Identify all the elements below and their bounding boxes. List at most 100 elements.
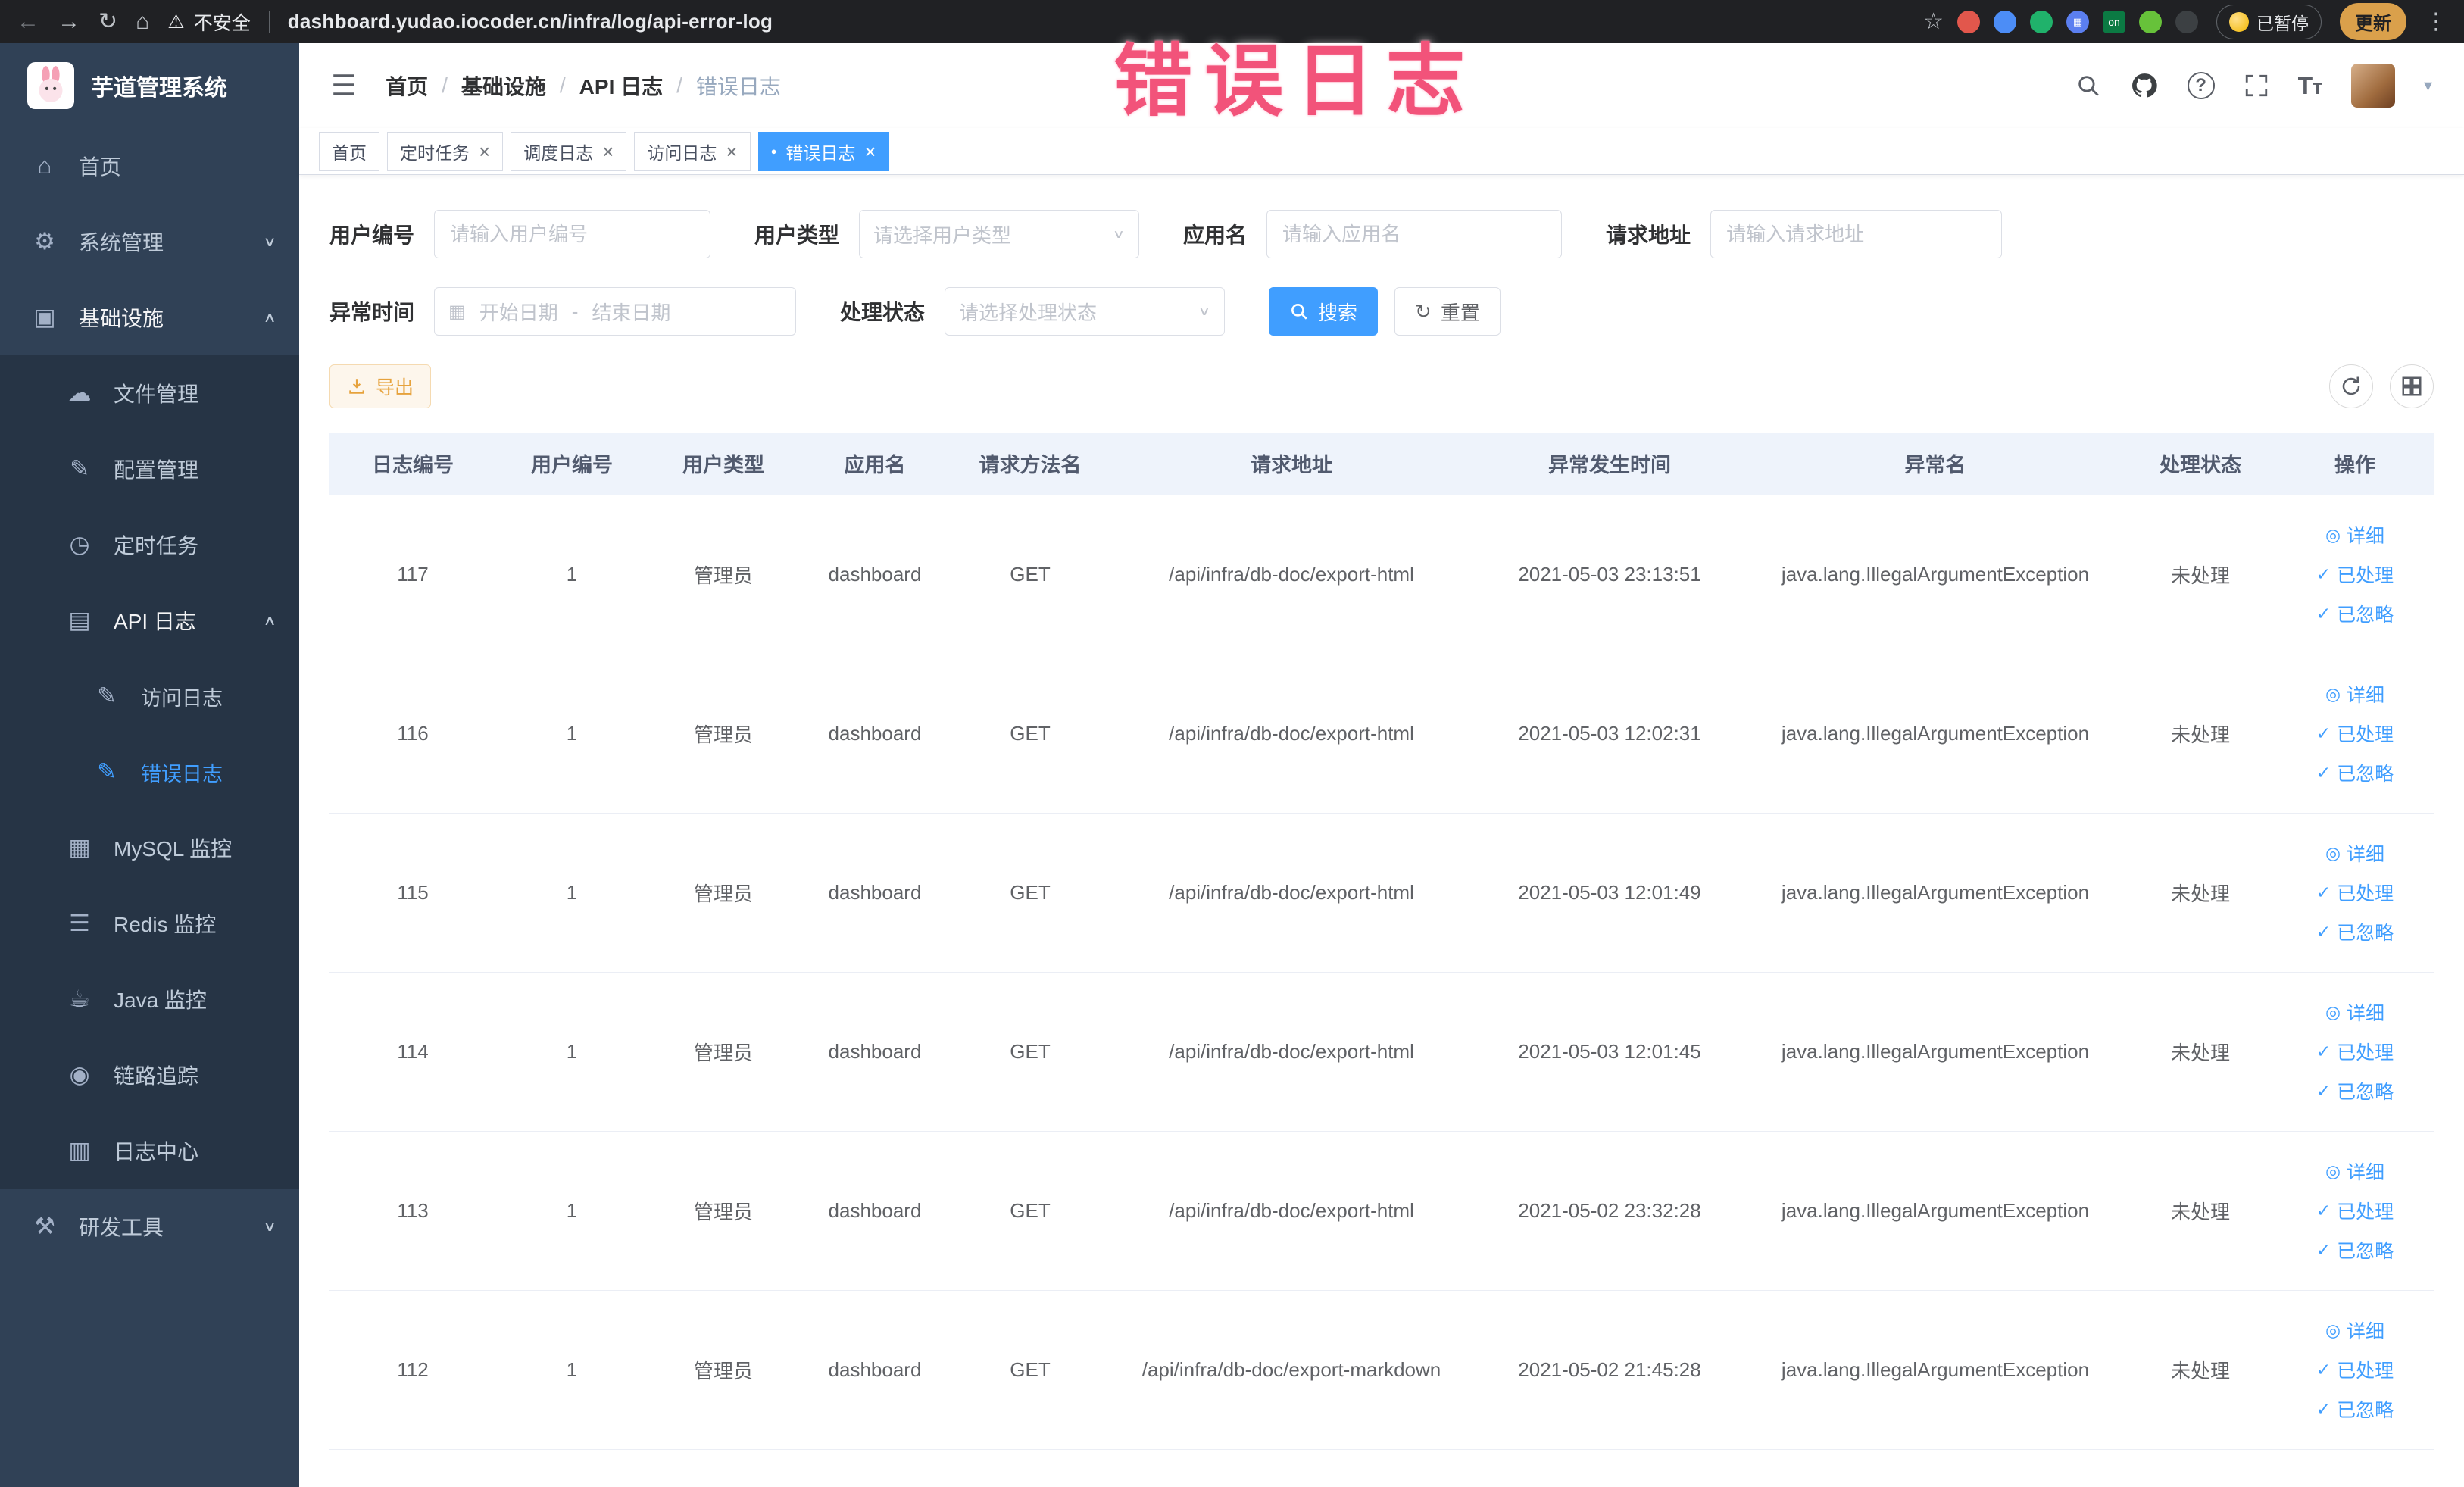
extension-icon[interactable]	[1994, 10, 2016, 33]
eye-icon: ◎	[2325, 842, 2341, 863]
ignored-link[interactable]: ✓ 已忽略	[2316, 600, 2394, 627]
font-size-icon[interactable]: TT	[2298, 72, 2322, 100]
bookmark-star-icon[interactable]: ☆	[1923, 10, 1944, 33]
browser-reload-icon[interactable]: ↻	[98, 10, 117, 33]
browser-back-icon[interactable]: ←	[17, 10, 39, 33]
date-range-picker[interactable]: ▦ 开始日期 - 结束日期	[434, 287, 797, 336]
column-settings-button[interactable]	[2390, 364, 2434, 408]
cell-actions: ◎ 详细 ✓ 已处理 ✓ 已忽略	[2276, 495, 2434, 654]
detail-link[interactable]: ◎ 详细	[2325, 1157, 2384, 1185]
reset-button[interactable]: ↻ 重置	[1394, 287, 1501, 336]
detail-link[interactable]: ◎ 详细	[2325, 680, 2384, 708]
sidebar-item-system[interactable]: ⚙ 系统管理 ∨	[0, 204, 299, 280]
search-button[interactable]: 搜索	[1269, 287, 1379, 336]
browser-home-icon[interactable]: ⌂	[136, 10, 149, 33]
sidebar-item-api-access-log[interactable]: ✎ 访问日志	[0, 658, 299, 734]
sidebar-item-mysql[interactable]: ▦ MySQL 监控	[0, 810, 299, 886]
app-logo[interactable]: 芋道管理系统	[0, 43, 299, 128]
sidebar-item-dev-tools[interactable]: ⚒ 研发工具 ∨	[0, 1189, 299, 1264]
tag-job[interactable]: 定时任务 ×	[387, 131, 504, 171]
detail-link[interactable]: ◎ 详细	[2325, 1317, 2384, 1344]
cell-user-id: 1	[496, 495, 648, 654]
user-type-select[interactable]: 请选择用户类型 ∨	[859, 210, 1140, 258]
user-id-input[interactable]	[434, 210, 711, 258]
chevron-down-icon: ∨	[1198, 304, 1211, 318]
sidebar-item-java[interactable]: ☕ Java 监控	[0, 961, 299, 1037]
security-chip[interactable]: ⚠ 不安全	[167, 8, 250, 36]
sidebar-item-redis[interactable]: ☰ Redis 监控	[0, 886, 299, 961]
avatar[interactable]	[2350, 64, 2395, 108]
sidebar-item-label: 日志中心	[114, 1140, 199, 1164]
breadcrumb-api-log[interactable]: API 日志	[579, 70, 663, 101]
sidebar-item-config-manage[interactable]: ✎ 配置管理	[0, 431, 299, 507]
warning-icon: ⚠	[167, 11, 185, 33]
breadcrumb-infra[interactable]: 基础设施	[461, 70, 546, 101]
check-icon: ✓	[2316, 564, 2331, 584]
close-icon[interactable]: ×	[726, 142, 737, 161]
close-icon[interactable]: ×	[864, 142, 876, 161]
cell-exception: java.lang.IllegalArgumentException	[1746, 654, 2125, 814]
processed-link[interactable]: ✓ 已处理	[2316, 879, 2394, 906]
breadcrumb-home[interactable]: 首页	[386, 70, 428, 101]
tag-label: 访问日志	[647, 142, 717, 163]
rabbit-logo-icon	[27, 62, 74, 109]
tag-error-log[interactable]: ● 错误日志 ×	[757, 131, 889, 171]
sidebar-item-api-error-log[interactable]: ✎ 错误日志	[0, 734, 299, 810]
extension-icon[interactable]: on	[2103, 10, 2125, 33]
chevron-down-icon[interactable]: ▾	[2424, 76, 2432, 95]
ignored-link[interactable]: ✓ 已忽略	[2316, 918, 2394, 945]
tag-home[interactable]: 首页	[319, 131, 379, 171]
ignored-link[interactable]: ✓ 已忽略	[2316, 1395, 2394, 1423]
extension-icon[interactable]	[2030, 10, 2053, 33]
browser-update-button[interactable]: 更新	[2340, 3, 2406, 40]
edit-square-icon: ✎	[97, 683, 117, 709]
export-button[interactable]: 导出	[329, 364, 432, 408]
extension-icon[interactable]	[2175, 10, 2198, 33]
processed-link[interactable]: ✓ 已处理	[2316, 1197, 2394, 1224]
refresh-button[interactable]	[2329, 364, 2373, 408]
processed-link[interactable]: ✓ 已处理	[2316, 1038, 2394, 1065]
ignored-link[interactable]: ✓ 已忽略	[2316, 759, 2394, 786]
close-icon[interactable]: ×	[602, 142, 614, 161]
ignored-link[interactable]: ✓ 已忽略	[2316, 1077, 2394, 1104]
help-icon[interactable]: ?	[2187, 72, 2215, 99]
column-header-actions: 操作	[2276, 433, 2434, 495]
app-name-input[interactable]	[1266, 210, 1563, 258]
sidebar-item-job[interactable]: ◷ 定时任务	[0, 507, 299, 583]
detail-link[interactable]: ◎ 详细	[2325, 839, 2384, 867]
filter-form-row-1: 用户编号 用户类型 请选择用户类型 ∨ 应用名	[329, 210, 2434, 258]
extension-icon[interactable]	[1957, 10, 1980, 33]
browser-forward-icon[interactable]: →	[58, 10, 80, 33]
close-icon[interactable]: ×	[479, 142, 490, 161]
detail-link[interactable]: ◎ 详细	[2325, 521, 2384, 548]
tag-access-log[interactable]: 访问日志 ×	[634, 131, 751, 171]
extension-icon[interactable]: ▦	[2066, 10, 2089, 33]
sidebar-toggle-icon[interactable]: ☰	[331, 69, 357, 103]
sidebar-item-log-center[interactable]: ▥ 日志中心	[0, 1113, 299, 1189]
browser-menu-icon[interactable]: ⋮	[2425, 10, 2447, 33]
detail-link[interactable]: ◎ 详细	[2325, 998, 2384, 1026]
extension-icon[interactable]	[2139, 10, 2162, 33]
github-icon[interactable]	[2130, 71, 2159, 100]
cell-app-name: dashboard	[799, 813, 951, 973]
request-url-input[interactable]	[1710, 210, 2003, 258]
sidebar-item-home[interactable]: ⌂ 首页	[0, 128, 299, 204]
sidebar-item-label: Redis 监控	[114, 913, 217, 936]
sidebar-item-infra[interactable]: ▣ 基础设施 ∧	[0, 280, 299, 355]
address-bar[interactable]: dashboard.yudao.iocoder.cn/infra/log/api…	[288, 10, 773, 33]
search-icon[interactable]	[2075, 73, 2101, 98]
cell-status: 未处理	[2125, 813, 2276, 973]
sidebar-item-api-log[interactable]: ▤ API 日志 ∧	[0, 583, 299, 658]
fullscreen-icon[interactable]	[2244, 73, 2269, 98]
processed-link[interactable]: ✓ 已处理	[2316, 561, 2394, 588]
tag-job-log[interactable]: 调度日志 ×	[511, 131, 627, 171]
check-icon: ✓	[2316, 1041, 2331, 1061]
sidebar-item-tracing[interactable]: ◉ 链路追踪	[0, 1037, 299, 1113]
table-row: 116 1 管理员 dashboard GET /api/infra/db-do…	[329, 654, 2434, 814]
processed-link[interactable]: ✓ 已处理	[2316, 1356, 2394, 1383]
processed-link[interactable]: ✓ 已处理	[2316, 720, 2394, 747]
process-status-select[interactable]: 请选择处理状态 ∨	[945, 287, 1226, 336]
ignored-link[interactable]: ✓ 已忽略	[2316, 1236, 2394, 1264]
sidebar-item-file-manage[interactable]: ☁ 文件管理	[0, 355, 299, 431]
paused-extension-badge[interactable]: 已暂停	[2216, 4, 2322, 39]
